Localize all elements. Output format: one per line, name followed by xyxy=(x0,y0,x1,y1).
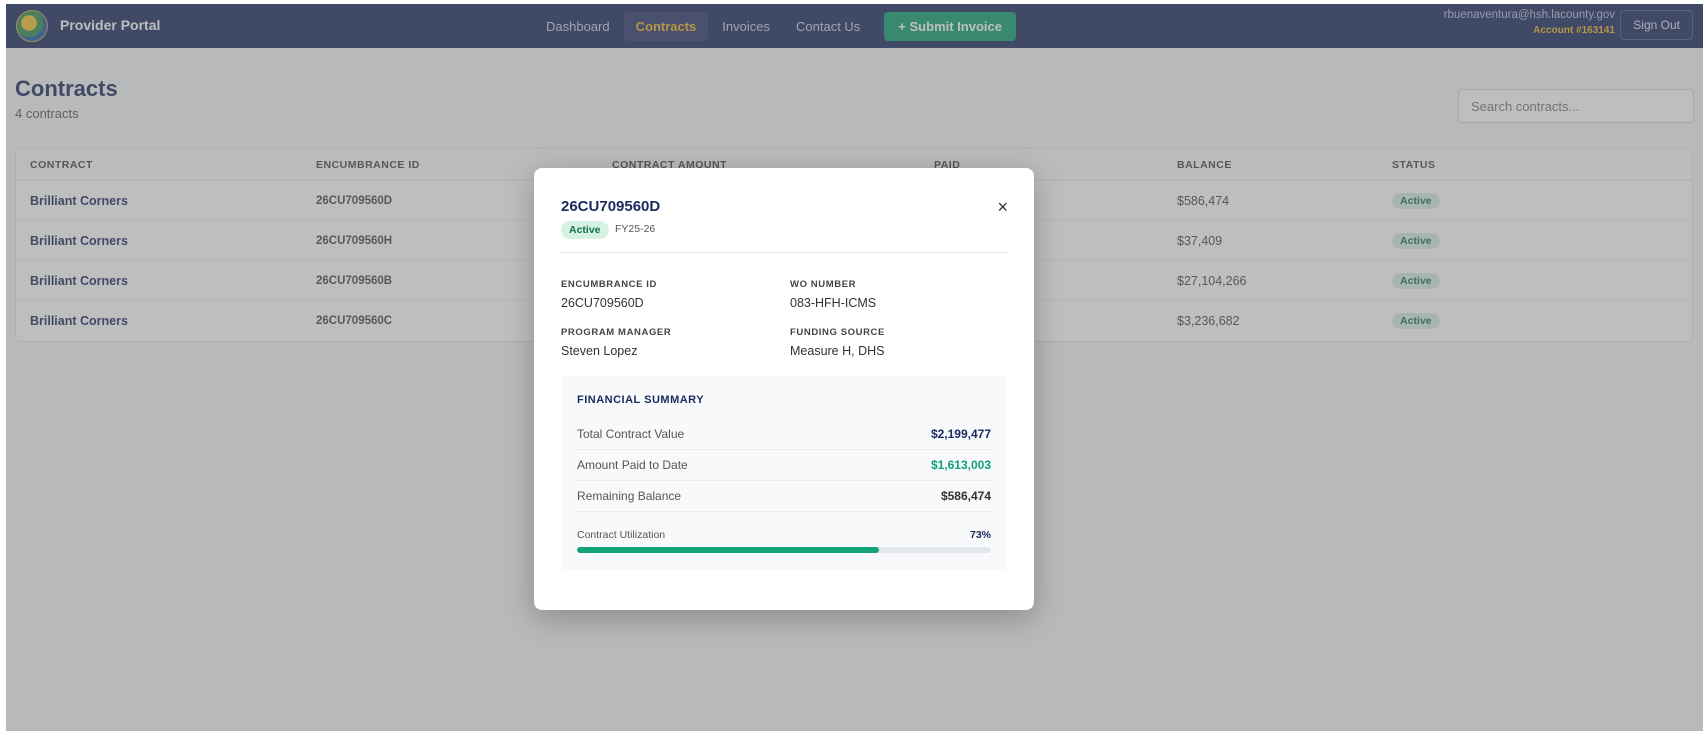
remaining-balance-row: Remaining Balance $586,474 xyxy=(577,481,991,512)
amount-paid-value: $1,613,003 xyxy=(930,458,991,472)
program-manager-value: Steven Lopez xyxy=(561,344,638,358)
total-contract-value: $2,199,477 xyxy=(930,427,991,441)
encumbrance-id-label: ENCUMBRANCE ID xyxy=(561,279,658,290)
wo-number-label: WO NUMBER xyxy=(790,279,857,290)
contract-detail-modal: 26CU709560D × Active FY25-26 ENCUMBRANCE… xyxy=(534,168,1034,610)
total-contract-value-row: Total Contract Value $2,199,477 xyxy=(577,419,991,450)
close-icon[interactable]: × xyxy=(997,198,1008,216)
modal-title: 26CU709560D xyxy=(561,198,661,215)
total-contract-value-label: Total Contract Value xyxy=(577,427,685,441)
divider xyxy=(561,252,1007,253)
funding-source-value: Measure H, DHS xyxy=(790,344,885,358)
funding-source-label: FUNDING SOURCE xyxy=(790,327,885,338)
remaining-balance-value: $586,474 xyxy=(940,489,991,503)
status-badge: Active xyxy=(561,221,609,239)
encumbrance-id-value: 26CU709560D xyxy=(561,296,644,310)
amount-paid-row: Amount Paid to Date $1,613,003 xyxy=(577,450,991,481)
app-frame: Provider Portal Dashboard Contracts Invo… xyxy=(6,4,1703,731)
fiscal-year: FY25-26 xyxy=(615,223,656,235)
utilization-label: Contract Utilization xyxy=(577,529,666,541)
financial-summary: FINANCIAL SUMMARY Total Contract Value $… xyxy=(561,376,1007,570)
utilization-value: 73% xyxy=(969,529,991,541)
amount-paid-label: Amount Paid to Date xyxy=(577,458,688,472)
utilization-progress-fill xyxy=(577,547,880,553)
financial-summary-title: FINANCIAL SUMMARY xyxy=(577,394,705,406)
remaining-balance-label: Remaining Balance xyxy=(577,489,682,503)
program-manager-label: PROGRAM MANAGER xyxy=(561,327,672,338)
utilization-progress-bar xyxy=(577,547,991,553)
wo-number-value: 083-HFH-ICMS xyxy=(790,296,877,310)
